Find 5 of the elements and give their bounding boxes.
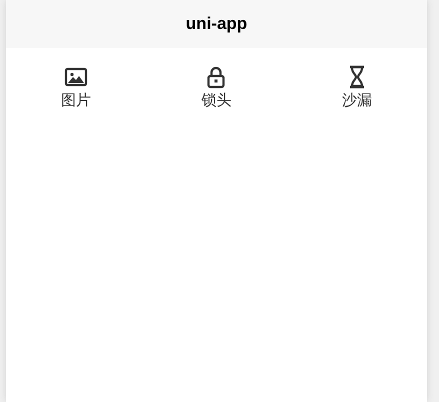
icon-label: 锁头 — [201, 91, 232, 110]
image-icon[interactable] — [64, 65, 88, 89]
icon-label: 沙漏 — [342, 91, 372, 110]
icon-label: 图片 — [61, 91, 92, 110]
page-title: uni-app — [186, 14, 248, 34]
